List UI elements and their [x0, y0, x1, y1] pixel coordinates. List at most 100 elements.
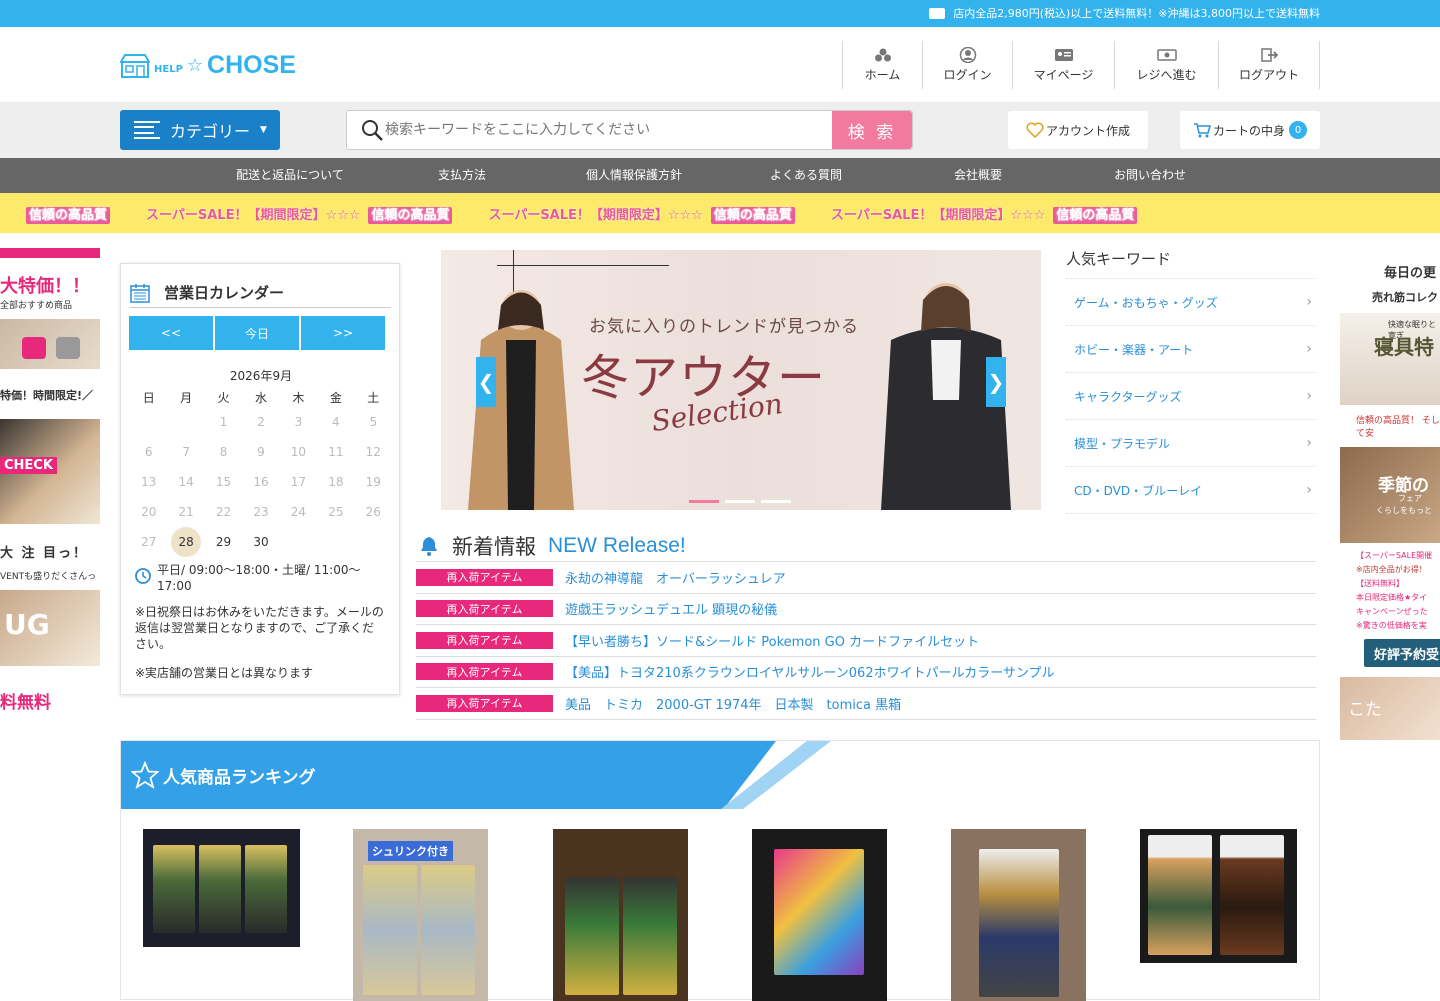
header-nav-home[interactable]: ホーム [842, 41, 922, 89]
cart-button[interactable]: カートの中身 0 [1180, 111, 1320, 149]
global-nav-shipping[interactable]: 配送と返品について [204, 158, 376, 193]
ad-check-label: CHECK [0, 457, 57, 474]
global-nav-contact[interactable]: お問い合わせ [1064, 158, 1236, 193]
global-nav-privacy[interactable]: 個人情報保護方針 [548, 158, 720, 193]
star-icon: ☆ [186, 55, 204, 76]
weekday-label: 火 [217, 390, 230, 405]
header-nav-label: ログアウト [1238, 68, 1299, 82]
news-row[interactable]: 再入荷アイテム 美品 トミカ 2000-GT 1974年 日本製 tomica 黒… [416, 688, 1316, 720]
slider-dots [689, 500, 791, 503]
calendar-day: 18 [328, 475, 344, 489]
business-calendar: 営業日カレンダー << 今日 >> 2026年9月 日 月 火 水 木 金 土 … [120, 263, 400, 695]
header-nav-logout[interactable]: ログアウト [1218, 41, 1320, 89]
news-row[interactable]: 再入荷アイテム 【早い者勝ち】ソード&シールド Pokemon GO カードファイ… [416, 625, 1316, 657]
weekday-label: 水 [254, 390, 267, 405]
weekday-label: 木 [292, 390, 305, 405]
news-link[interactable]: 美品 トミカ 2000-GT 1974年 日本製 tomica 黒箱 [565, 694, 901, 713]
header-nav-checkout[interactable]: レジへ進む [1114, 41, 1218, 89]
chevron-right-icon: › [1306, 341, 1312, 357]
slider-dot[interactable] [761, 500, 791, 503]
chevron-right-icon: › [1306, 294, 1312, 310]
product-image[interactable] [1140, 829, 1297, 963]
ad-reservation-button[interactable]: 好評予約受 [1364, 639, 1440, 667]
slider-dot[interactable] [689, 500, 719, 503]
id-card-icon [1054, 49, 1073, 61]
ad-subtext: 売れ筋コレク [1372, 291, 1438, 304]
search-input[interactable] [385, 111, 825, 149]
product-image[interactable]: シュリンク付き [353, 829, 488, 1001]
calendar-next-button[interactable]: >> [301, 316, 385, 350]
global-nav-faq[interactable]: よくある質問 [720, 158, 892, 193]
slider-prev-arrow[interactable]: ❮ [476, 357, 496, 407]
hamburger-icon [134, 121, 160, 139]
ad-rug-image: UG [0, 590, 100, 666]
weekday-label: 月 [180, 390, 193, 405]
global-nav-payment[interactable]: 支払方法 [376, 158, 548, 193]
product-box-shape [565, 877, 619, 995]
left-side-ad[interactable]: 大特価！！ 全部おすすめ商品 特価！時間限定!／ CHECK 大 注 目っ！ V… [0, 248, 100, 740]
site-logo[interactable]: HELP ☆ CHOSE [120, 51, 296, 80]
product-image[interactable] [951, 829, 1086, 1001]
logo-help-text: HELP [154, 64, 183, 75]
product-image[interactable] [143, 829, 300, 947]
home-icon [874, 48, 891, 62]
search-button[interactable]: 検 索 [832, 111, 912, 149]
keyword-link[interactable]: CD・DVD・ブルーレイ › [1066, 467, 1316, 514]
keyword-link[interactable]: ゲーム・おもちゃ・グッズ › [1066, 279, 1316, 326]
news-tag: 再入荷アイテム [416, 600, 553, 618]
header-nav-label: レジへ進む [1136, 68, 1197, 82]
header-nav-mypage[interactable]: マイページ [1012, 41, 1114, 89]
ad-coats-image: CHECK [0, 419, 100, 524]
ranking-title: 人気商品ランキング [131, 761, 316, 789]
calendar-prev-button[interactable]: << [129, 316, 213, 350]
global-nav-company[interactable]: 会社概要 [892, 158, 1064, 193]
sale-banner-text: スーパーSALE！【期間限定】☆☆☆ 信頼の高品質 [128, 204, 470, 224]
product-card-shape [774, 849, 864, 975]
ad-headline: 特価！時間限定!／ [0, 389, 94, 402]
news-link[interactable]: 【美品】トヨタ210系クラウンロイヤルサルーン062ホワイトパールカラーサンプル [565, 662, 1055, 681]
product-image[interactable] [752, 829, 887, 1001]
category-menu-button[interactable]: カテゴリー ▼ [120, 110, 280, 150]
calendar-grid: 日 月 火 水 木 金 土 1 2 3 4 5 6 7 8 9 10 11 12 13 14 15 16 17 1… [130, 387, 392, 557]
calendar-day: 9 [257, 445, 265, 459]
calendar-day: 10 [290, 445, 307, 459]
slider-next-arrow[interactable]: ❯ [986, 357, 1006, 407]
register-icon [1156, 49, 1177, 61]
calendar-day: 30 [253, 535, 269, 549]
news-link[interactable]: 【早い者勝ち】ソード&シールド Pokemon GO カードファイルセット [565, 631, 979, 650]
create-account-button[interactable]: アカウント作成 [1008, 111, 1148, 149]
news-link[interactable]: 遊戯王ラッシュデュエル 顕現の秘儀 [565, 599, 777, 618]
calendar-day: 16 [253, 475, 269, 489]
slider-dot[interactable] [725, 500, 755, 503]
header-nav: ホーム ログイン マイページ レジへ進む ログアウト [842, 41, 1320, 89]
news-row[interactable]: 再入荷アイテム 【美品】トヨタ210系クラウンロイヤルサルーン062ホワイトパール… [416, 657, 1316, 688]
product-image[interactable] [553, 829, 688, 1001]
news-link[interactable]: 永劫の神導龍 オーバーラッシュレア [565, 568, 786, 587]
news-tag: 再入荷アイテム [416, 663, 553, 681]
news-header: 新着情報 NEW Release! [416, 530, 1316, 562]
sale-banner-text: 信頼の高品質 [0, 204, 128, 224]
calendar-day: 20 [141, 505, 157, 519]
keyword-link[interactable]: ホビー・楽器・アート › [1066, 326, 1316, 373]
sale-banner[interactable]: 信頼の高品質 スーパーSALE！【期間限定】☆☆☆ 信頼の高品質 スーパーSALE… [0, 193, 1440, 233]
product-box-shape [199, 845, 241, 933]
hero-slider[interactable]: お気に入りのトレンドが見つかる 冬アウター Selection ❮ ❯ [441, 250, 1041, 510]
header-nav-login[interactable]: ログイン [922, 41, 1012, 89]
news-row[interactable]: 再入荷アイテム 永劫の神導龍 オーバーラッシュレア [416, 562, 1316, 594]
calendar-controls: << 今日 >> [129, 316, 385, 350]
chevron-right-icon: › [1306, 388, 1312, 404]
calendar-today-button[interactable]: 今日 [215, 316, 299, 350]
user-icon [959, 47, 976, 63]
right-side-ad[interactable]: 毎日の更 売れ筋コレク 快適な眠りと寛ぎ 寝具特 信頼の高品質！ そして安 季節… [1340, 248, 1440, 740]
product-box-shape [153, 845, 195, 933]
keyword-link[interactable]: キャラクターグッズ › [1066, 373, 1316, 420]
news-row[interactable]: 再入荷アイテム 遊戯王ラッシュデュエル 顕現の秘儀 [416, 594, 1316, 625]
ranking-section: 人気商品ランキング シュリンク付き [120, 740, 1320, 1001]
keyword-link[interactable]: 模型・プラモデル › [1066, 420, 1316, 467]
announcement-text: 店内全品2,980円(税込)以上で送料無料！※沖縄は3,800円以上で送料無料 [953, 7, 1320, 20]
business-hours: 平日/ 09:00～18:00・土曜/ 11:00～17:00 [135, 560, 385, 594]
global-nav: 配送と返品について 支払方法 個人情報保護方針 よくある質問 会社概要 お問い合… [0, 158, 1440, 193]
bell-icon [421, 536, 437, 556]
product-card-shape [979, 849, 1059, 997]
calendar-empty-cell [130, 407, 167, 437]
